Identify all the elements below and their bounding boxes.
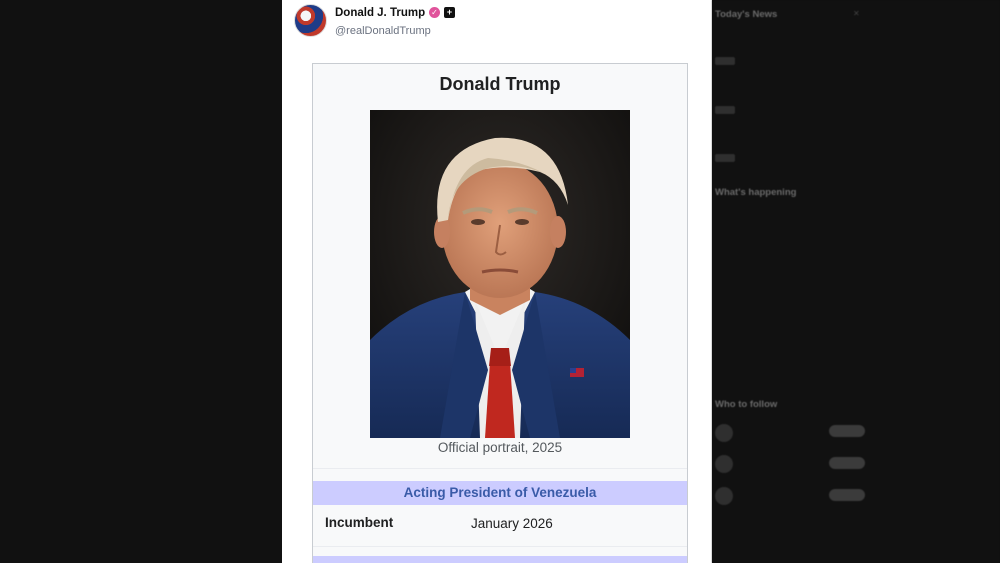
- incumbent-value: January 2026: [471, 516, 553, 531]
- trend-item[interactable]: [715, 256, 865, 276]
- avatar[interactable]: [294, 4, 327, 37]
- todays-news-heading: Today's News: [715, 9, 778, 20]
- news-thumbnail: [715, 57, 735, 65]
- close-icon[interactable]: ✕: [853, 9, 860, 18]
- office-header: [313, 556, 687, 563]
- author-display-name[interactable]: Donald J. Trump: [335, 7, 425, 19]
- avatar[interactable]: [715, 455, 733, 473]
- left-gutter: [0, 0, 282, 563]
- author-handle[interactable]: @realDonaldTrump: [335, 25, 431, 37]
- post: Donald J. Trump ✓ + @realDonaldTrump Don…: [282, 0, 712, 563]
- follow-button[interactable]: [829, 425, 865, 437]
- post-header: Donald J. Trump ✓ + @realDonaldTrump: [294, 4, 694, 40]
- news-item[interactable]: [715, 84, 865, 98]
- right-sidebar: Today's News ✕ What's happening Who to f…: [712, 0, 1000, 563]
- news-item[interactable]: [715, 132, 865, 146]
- news-thumbnail: [715, 154, 735, 162]
- portrait-caption: Official portrait, 2025: [437, 440, 563, 455]
- infobox-title: Donald Trump: [439, 74, 561, 94]
- verified-badge-icon: ✓: [429, 7, 440, 18]
- wikipedia-infobox: Donald Trump Official portrait, 2025 Act…: [312, 63, 688, 563]
- portrait-image[interactable]: [370, 110, 630, 438]
- trend-item[interactable]: [715, 336, 865, 356]
- follow-button[interactable]: [829, 457, 865, 469]
- divider: [313, 468, 687, 469]
- news-item[interactable]: [715, 36, 865, 50]
- follow-button[interactable]: [829, 489, 865, 501]
- avatar[interactable]: [715, 424, 733, 442]
- trend-item[interactable]: [715, 214, 865, 234]
- news-thumbnail: [715, 106, 735, 114]
- trend-item[interactable]: [715, 296, 865, 316]
- whats-happening-heading: What's happening: [715, 187, 797, 198]
- who-to-follow-heading: Who to follow: [715, 399, 778, 410]
- plus-square-icon: +: [444, 7, 455, 18]
- office-header[interactable]: Acting President of Venezuela: [313, 481, 687, 505]
- divider: [313, 546, 687, 547]
- avatar[interactable]: [715, 487, 733, 505]
- incumbent-label: Incumbent: [325, 515, 394, 530]
